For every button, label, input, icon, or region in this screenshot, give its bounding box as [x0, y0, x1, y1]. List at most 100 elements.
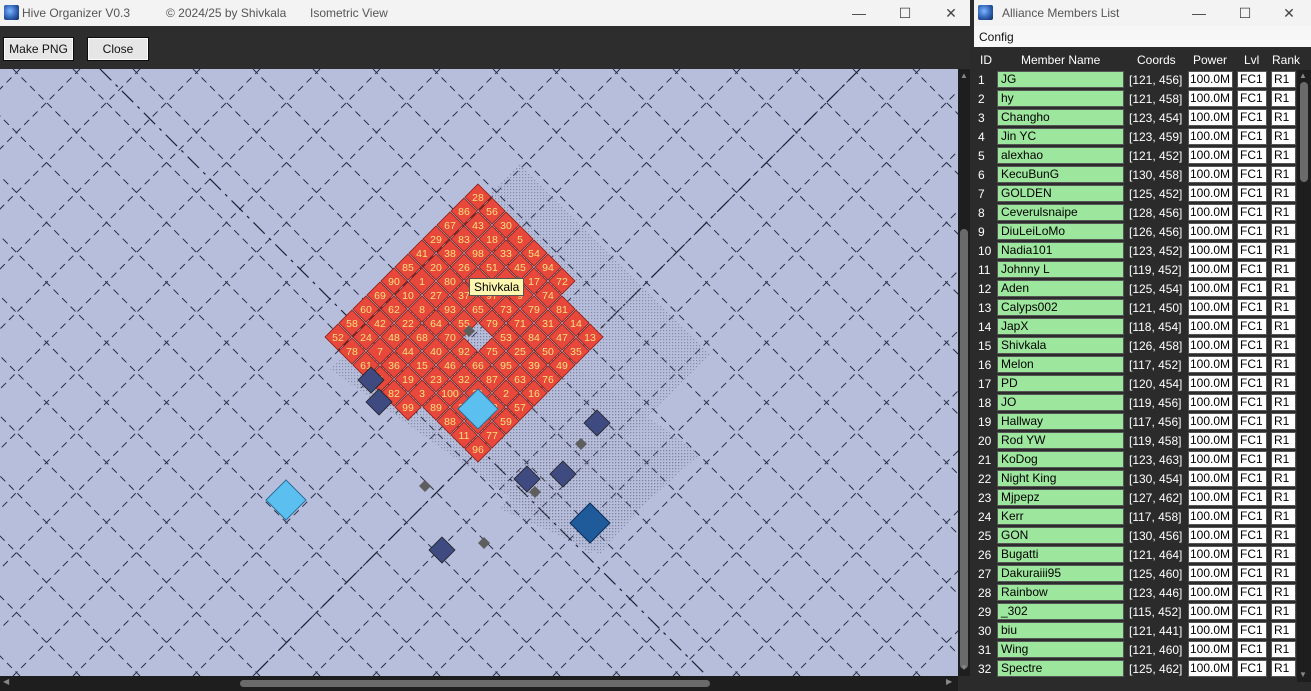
member-name-field[interactable]: DiuLeiLoMo [997, 223, 1124, 240]
member-rank-field[interactable]: R1 [1271, 660, 1296, 677]
member-power-field[interactable]: 100.0M [1188, 223, 1233, 240]
members-scroll-thumb[interactable] [1300, 82, 1308, 182]
member-rank-field[interactable]: R1 [1271, 109, 1296, 126]
member-name-field[interactable]: _302 [997, 603, 1124, 620]
member-name-field[interactable]: Ceverulsnaipe [997, 204, 1124, 221]
member-rank-field[interactable]: R1 [1271, 622, 1296, 639]
member-rank-field[interactable]: R1 [1271, 318, 1296, 335]
member-rank-field[interactable]: R1 [1271, 166, 1296, 183]
member-name-field[interactable]: Wing [997, 641, 1124, 658]
members-close-button[interactable]: ✕ [1266, 0, 1311, 26]
scroll-down-arrow-icon[interactable]: ▼ [959, 663, 969, 672]
member-name-field[interactable]: Spectre [997, 660, 1124, 677]
member-power-field[interactable]: 100.0M [1188, 318, 1233, 335]
member-rank-field[interactable]: R1 [1271, 527, 1296, 544]
member-rank-field[interactable]: R1 [1271, 71, 1296, 88]
member-power-field[interactable]: 100.0M [1188, 641, 1233, 658]
member-rank-field[interactable]: R1 [1271, 147, 1296, 164]
member-lvl-field[interactable]: FC1 [1237, 603, 1267, 620]
member-power-field[interactable]: 100.0M [1188, 527, 1233, 544]
member-power-field[interactable]: 100.0M [1188, 128, 1233, 145]
member-name-field[interactable]: Melon [997, 356, 1124, 373]
members-scrollbar[interactable]: ▲ ▼ [1297, 70, 1311, 682]
member-name-field[interactable]: Mjpepz [997, 489, 1124, 506]
map-vertical-scroll-thumb[interactable] [960, 229, 968, 669]
member-power-field[interactable]: 100.0M [1188, 489, 1233, 506]
member-rank-field[interactable]: R1 [1271, 546, 1296, 563]
member-power-field[interactable]: 100.0M [1188, 71, 1233, 88]
member-lvl-field[interactable]: FC1 [1237, 375, 1267, 392]
member-rank-field[interactable]: R1 [1271, 641, 1296, 658]
scroll-left-arrow-icon[interactable]: ◀ [3, 677, 9, 686]
member-name-field[interactable]: Calyps002 [997, 299, 1124, 316]
member-rank-field[interactable]: R1 [1271, 204, 1296, 221]
member-power-field[interactable]: 100.0M [1188, 660, 1233, 677]
member-rank-field[interactable]: R1 [1271, 356, 1296, 373]
member-lvl-field[interactable]: FC1 [1237, 641, 1267, 658]
member-lvl-field[interactable]: FC1 [1237, 470, 1267, 487]
menu-config[interactable]: Config [979, 30, 1014, 44]
maximize-button[interactable]: ☐ [882, 0, 928, 26]
member-lvl-field[interactable]: FC1 [1237, 223, 1267, 240]
member-lvl-field[interactable]: FC1 [1237, 128, 1267, 145]
member-lvl-field[interactable]: FC1 [1237, 261, 1267, 278]
isometric-map-canvas[interactable]: 6555707992537566893793646897407346713284… [0, 69, 958, 676]
member-power-field[interactable]: 100.0M [1188, 337, 1233, 354]
member-name-field[interactable]: Hallway [997, 413, 1124, 430]
member-lvl-field[interactable]: FC1 [1237, 622, 1267, 639]
member-name-field[interactable]: Dakuraiii95 [997, 565, 1124, 582]
member-power-field[interactable]: 100.0M [1188, 280, 1233, 297]
member-rank-field[interactable]: R1 [1271, 584, 1296, 601]
member-power-field[interactable]: 100.0M [1188, 90, 1233, 107]
member-lvl-field[interactable]: FC1 [1237, 546, 1267, 563]
member-name-field[interactable]: JO [997, 394, 1124, 411]
member-name-field[interactable]: Night King [997, 470, 1124, 487]
member-rank-field[interactable]: R1 [1271, 394, 1296, 411]
member-name-field[interactable]: alexhao [997, 147, 1124, 164]
member-power-field[interactable]: 100.0M [1188, 394, 1233, 411]
member-lvl-field[interactable]: FC1 [1237, 451, 1267, 468]
member-power-field[interactable]: 100.0M [1188, 413, 1233, 430]
map-horizontal-scroll-thumb[interactable] [240, 680, 710, 687]
member-name-field[interactable]: JapX [997, 318, 1124, 335]
member-lvl-field[interactable]: FC1 [1237, 280, 1267, 297]
member-power-field[interactable]: 100.0M [1188, 204, 1233, 221]
member-rank-field[interactable]: R1 [1271, 508, 1296, 525]
close-button[interactable]: Close [87, 37, 149, 61]
member-power-field[interactable]: 100.0M [1188, 375, 1233, 392]
member-power-field[interactable]: 100.0M [1188, 451, 1233, 468]
member-lvl-field[interactable]: FC1 [1237, 242, 1267, 259]
member-name-field[interactable]: JG [997, 71, 1124, 88]
members-scroll-up-icon[interactable]: ▲ [1299, 71, 1307, 80]
isometric-map[interactable]: 6555707992537566893793646897407346713284… [0, 69, 958, 676]
member-name-field[interactable]: Rod YW [997, 432, 1124, 449]
member-rank-field[interactable]: R1 [1271, 337, 1296, 354]
member-rank-field[interactable]: R1 [1271, 280, 1296, 297]
member-power-field[interactable]: 100.0M [1188, 166, 1233, 183]
member-lvl-field[interactable]: FC1 [1237, 356, 1267, 373]
member-name-field[interactable]: biu [997, 622, 1124, 639]
member-power-field[interactable]: 100.0M [1188, 508, 1233, 525]
make-png-button[interactable]: Make PNG [3, 37, 74, 61]
member-name-field[interactable]: hy [997, 90, 1124, 107]
member-rank-field[interactable]: R1 [1271, 90, 1296, 107]
member-lvl-field[interactable]: FC1 [1237, 489, 1267, 506]
member-power-field[interactable]: 100.0M [1188, 299, 1233, 316]
member-lvl-field[interactable]: FC1 [1237, 204, 1267, 221]
member-lvl-field[interactable]: FC1 [1237, 90, 1267, 107]
minimize-button[interactable]: — [836, 0, 882, 26]
member-power-field[interactable]: 100.0M [1188, 603, 1233, 620]
member-rank-field[interactable]: R1 [1271, 242, 1296, 259]
close-window-button[interactable]: ✕ [928, 0, 974, 26]
member-lvl-field[interactable]: FC1 [1237, 185, 1267, 202]
member-lvl-field[interactable]: FC1 [1237, 71, 1267, 88]
member-power-field[interactable]: 100.0M [1188, 565, 1233, 582]
member-rank-field[interactable]: R1 [1271, 299, 1296, 316]
member-power-field[interactable]: 100.0M [1188, 432, 1233, 449]
member-rank-field[interactable]: R1 [1271, 185, 1296, 202]
member-rank-field[interactable]: R1 [1271, 261, 1296, 278]
members-maximize-button[interactable]: ☐ [1222, 0, 1268, 26]
member-rank-field[interactable]: R1 [1271, 128, 1296, 145]
map-vertical-scrollbar[interactable]: ▲ ▼ [958, 69, 970, 676]
member-name-field[interactable]: Johnny L [997, 261, 1124, 278]
